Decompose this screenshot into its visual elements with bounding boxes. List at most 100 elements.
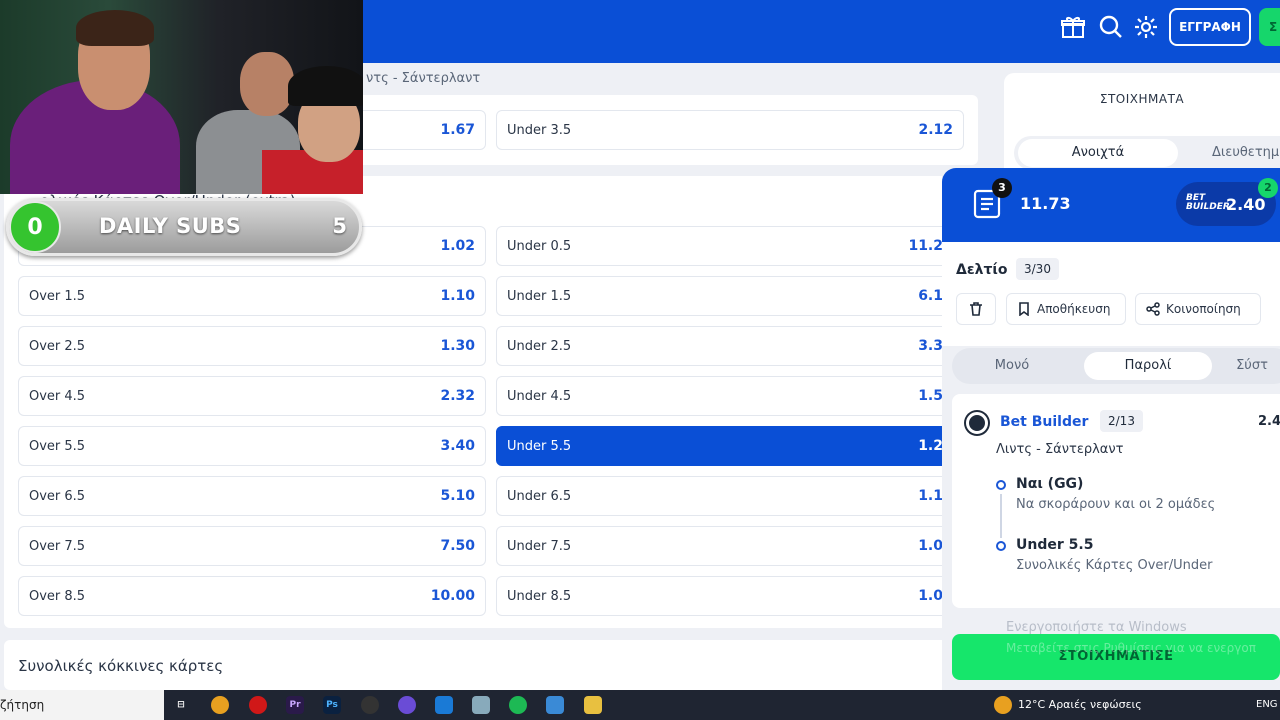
daily-subs-counter: 0 DAILY SUBS 5 [6,198,362,256]
odds-label: Under 5.5 [507,439,572,454]
odds-value: 2.12 [918,122,953,138]
obs-icon[interactable] [361,696,379,714]
odds-label: Over 8.5 [29,589,86,604]
task-view-icon[interactable]: ⊟ [172,696,190,714]
football-icon [966,412,988,434]
app-icon[interactable] [472,696,490,714]
bet-builder-odds: 2.40 [1226,195,1266,214]
odds-value: 2.32 [440,388,475,404]
odds-value: 6.1 [918,288,943,304]
store-icon[interactable] [546,696,564,714]
delete-button[interactable] [956,293,996,325]
search-icon[interactable] [1098,14,1124,40]
odds-button[interactable]: Over 7.5 7.50 [18,526,486,566]
odds-button[interactable]: Under 7.5 1.0 [496,526,954,566]
share-button[interactable]: Κοινοποίηση [1135,293,1261,325]
odds-value: 1.2 [918,438,943,454]
odds-button[interactable]: Over 2.5 1.30 [18,326,486,366]
premiere-icon[interactable]: Pr [286,696,304,714]
weather-text[interactable]: 12°C Αραιές νεφώσεις [1018,690,1142,720]
odds-value: 1.02 [440,238,475,254]
odds-button[interactable]: Over 1.5 1.10 [18,276,486,316]
odds-value: 1.1 [918,488,943,504]
bets-heading: ΣΤΟΙΧΗΜΑΤΑ [1099,92,1185,106]
login-button[interactable]: Σ [1259,8,1280,46]
odds-label: Over 1.5 [29,289,86,304]
odds-value: 1.0 [918,538,943,554]
gear-icon[interactable] [1133,14,1159,40]
odds-button[interactable]: Under 4.5 1.5 [496,376,954,416]
odds-label: Under 4.5 [507,389,572,404]
odds-value: 3.40 [440,438,475,454]
tab-parlay[interactable]: Παρολί [1084,352,1212,380]
gift-icon[interactable] [1060,14,1086,40]
trash-icon [970,302,982,316]
tab-single[interactable]: Μονό [952,352,1072,380]
save-button[interactable]: Αποθήκευση [1006,293,1126,325]
tab-settled[interactable]: Διευθετημ [1212,139,1279,167]
odds-button[interactable]: Over 8.5 10.00 [18,576,486,616]
odds-button[interactable]: Under 6.5 1.1 [496,476,954,516]
odds-button[interactable]: Under 3.5 2.12 [496,110,964,150]
spotify-icon[interactable] [509,696,527,714]
odds-button[interactable]: Over 4.5 2.32 [18,376,486,416]
bookmark-icon [1019,302,1029,316]
register-button[interactable]: ΕΓΓΡΑΦΗ [1169,8,1251,46]
tab-open[interactable]: Ανοιχτά [1018,139,1178,167]
bet-builder-logo: BET BUILDER [1186,193,1230,212]
leg-dot [996,480,1006,490]
odds-label: Over 5.5 [29,439,86,454]
betslip-summary[interactable]: 3 11.73 BET BUILDER 2.40 2 [942,168,1280,242]
odds-value: 1.5 [918,388,943,404]
leg-desc: Να σκοράρουν και οι 2 ομάδες [1016,497,1216,512]
odds-label: Under 3.5 [507,123,572,138]
odds-label: Under 1.5 [507,289,572,304]
subs-goal: 5 [332,214,347,238]
leg-name: Under 5.5 [1016,537,1094,553]
opera-icon[interactable] [249,696,267,714]
save-label: Αποθήκευση [1037,302,1111,316]
odds-value: 7.50 [440,538,475,554]
discord-icon[interactable] [398,696,416,714]
odds-label: Under 8.5 [507,589,572,604]
share-icon [1146,302,1160,316]
subs-current: 0 [9,201,61,253]
weather-icon[interactable] [994,696,1012,714]
language-indicator[interactable]: ENG [1256,690,1278,720]
selections-count-badge: 3 [992,178,1012,198]
bet-mode-tabs: Μονό Παρολί Σύστ [952,348,1280,384]
odds-value: 5.10 [440,488,475,504]
bets-tabs: Ανοιχτά Διευθετημ [1014,136,1280,170]
odds-label: Over 6.5 [29,489,86,504]
odds-button[interactable]: Over 6.5 5.10 [18,476,486,516]
odds-button[interactable]: Over 5.5 3.40 [18,426,486,466]
betslip-count: 3/30 [1016,258,1059,280]
odds-label: Under 7.5 [507,539,572,554]
odds-button[interactable]: Under 1.5 6.1 [496,276,954,316]
market-title[interactable]: Συνολικές κόκκινες κάρτες [18,657,223,675]
share-label: Κοινοποίηση [1166,302,1241,316]
windows-activation-watermark: Ενεργοποιήστε τα Windows [1006,620,1187,635]
bet-builder-pill[interactable]: BET BUILDER 2.40 2 [1176,178,1278,226]
bet-builder-card: Bet Builder 2/13 2.4( Λιντς - Σάντερλαντ… [952,394,1280,608]
taskbar-search-input[interactable]: ζήτηση [0,690,164,720]
folder-icon[interactable] [584,696,602,714]
bet-builder-badge: 2 [1258,178,1278,198]
odds-value: 11.2 [908,238,943,254]
chrome-icon[interactable] [211,696,229,714]
match-name[interactable]: Λιντς - Σάντερλαντ [996,442,1123,457]
leg-name: Ναι (GG) [1016,476,1084,492]
odds-button[interactable]: Under 8.5 1.0 [496,576,954,616]
windows-activation-subtext: Μεταβείτε στις Ρυθμίσεις για να ενεργοπ [1006,641,1256,655]
mail-icon[interactable] [435,696,453,714]
leg-dot [996,541,1006,551]
odds-label: Over 7.5 [29,539,86,554]
breadcrumb[interactable]: ντς - Σάντερλαντ [366,71,480,86]
odds-button[interactable]: Under 0.5 11.2 [496,226,954,266]
photoshop-icon[interactable]: Ps [323,696,341,714]
odds-button[interactable]: Under 2.5 3.3 [496,326,954,366]
windows-taskbar: ζήτηση ⊟ Pr Ps 12°C Αραιές νεφώσεις ENG [0,690,1280,720]
tab-system[interactable]: Σύστ [1222,352,1280,380]
odds-button[interactable]: Under 5.5 1.2 [496,426,954,466]
odds-label: Under 6.5 [507,489,572,504]
